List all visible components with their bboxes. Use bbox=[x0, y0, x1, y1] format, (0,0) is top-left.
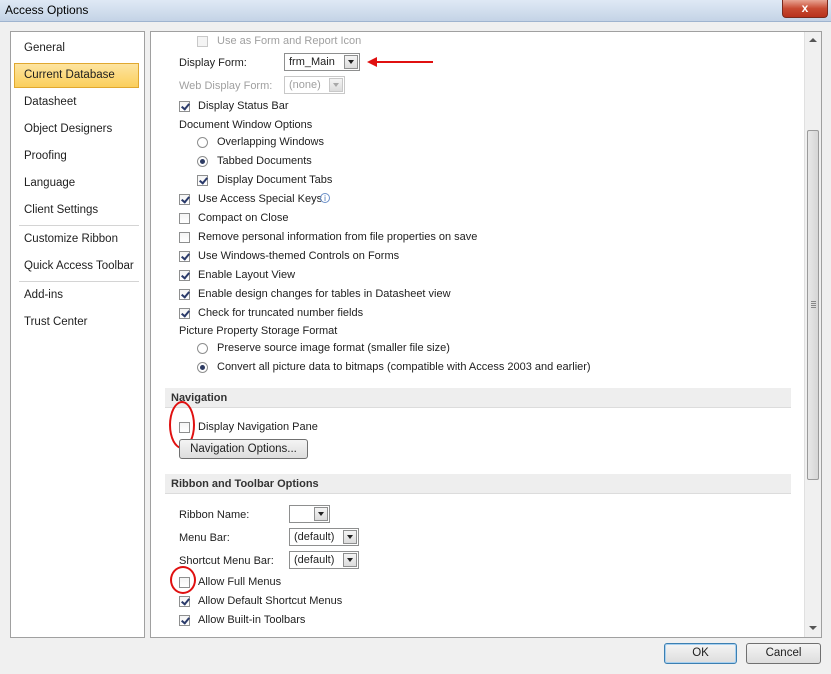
enable-layout-view-checkbox[interactable] bbox=[179, 270, 190, 281]
preserve-source-format-label: Preserve source image format (smaller fi… bbox=[217, 342, 450, 354]
sidebar-item-client-settings[interactable]: Client Settings bbox=[14, 198, 139, 223]
sidebar-divider bbox=[19, 281, 139, 282]
sidebar-item-language[interactable]: Language bbox=[14, 171, 139, 196]
remove-personal-info-label: Remove personal information from file pr… bbox=[198, 231, 478, 243]
compact-on-close-label: Compact on Close bbox=[198, 212, 289, 224]
sidebar-item-object-designers[interactable]: Object Designers bbox=[14, 117, 139, 142]
navigation-options-button[interactable]: Navigation Options... bbox=[179, 439, 308, 459]
info-icon[interactable]: i bbox=[320, 193, 330, 203]
sidebar-item-trust-center[interactable]: Trust Center bbox=[14, 310, 139, 335]
sidebar-item-add-ins[interactable]: Add-ins bbox=[14, 283, 139, 308]
vertical-scrollbar[interactable] bbox=[804, 32, 821, 637]
sidebar-divider bbox=[19, 225, 139, 226]
chevron-down-icon[interactable] bbox=[329, 78, 343, 92]
grip-icon bbox=[811, 301, 816, 308]
sidebar-item-general[interactable]: General bbox=[14, 36, 139, 61]
window-title: Access Options bbox=[5, 3, 89, 17]
document-window-options-heading: Document Window Options bbox=[179, 119, 313, 131]
annotation-circle-icon bbox=[170, 566, 196, 594]
allow-default-shortcut-menus-label: Allow Default Shortcut Menus bbox=[198, 595, 343, 607]
enable-design-changes-label: Enable design changes for tables in Data… bbox=[198, 288, 451, 300]
enable-layout-view-label: Enable Layout View bbox=[198, 269, 296, 281]
annotation-arrow-icon bbox=[367, 57, 433, 67]
display-status-bar-checkbox[interactable] bbox=[179, 101, 190, 112]
allow-full-menus-label: Allow Full Menus bbox=[198, 576, 282, 588]
shortcut-menu-bar-value: (default) bbox=[294, 554, 335, 566]
cancel-button[interactable]: Cancel bbox=[746, 643, 821, 664]
check-truncated-numbers-checkbox[interactable] bbox=[179, 308, 190, 319]
sidebar-item-proofing[interactable]: Proofing bbox=[14, 144, 139, 169]
display-form-label: Display Form: bbox=[179, 57, 247, 69]
display-navigation-pane-label: Display Navigation Pane bbox=[198, 421, 318, 433]
use-as-form-report-icon-checkbox[interactable] bbox=[197, 36, 208, 47]
use-access-special-keys-checkbox[interactable] bbox=[179, 194, 190, 205]
tabbed-documents-radio[interactable] bbox=[197, 156, 208, 167]
display-document-tabs-label: Display Document Tabs bbox=[217, 174, 333, 186]
navigation-section-header: Navigation bbox=[165, 388, 791, 408]
shortcut-menu-bar-dropdown[interactable]: (default) bbox=[289, 551, 359, 569]
sidebar-item-quick-access-toolbar[interactable]: Quick Access Toolbar bbox=[14, 254, 139, 279]
title-bar: Access Options x bbox=[0, 0, 831, 22]
preserve-source-format-radio[interactable] bbox=[197, 343, 208, 354]
use-access-special-keys-label: Use Access Special Keys bbox=[198, 193, 323, 205]
compact-on-close-checkbox[interactable] bbox=[179, 213, 190, 224]
allow-builtin-toolbars-checkbox[interactable] bbox=[179, 615, 190, 626]
menu-bar-dropdown[interactable]: (default) bbox=[289, 528, 359, 546]
chevron-down-icon[interactable] bbox=[343, 553, 357, 567]
menu-bar-value: (default) bbox=[294, 531, 335, 543]
web-display-form-value: (none) bbox=[289, 79, 321, 91]
use-windows-themed-controls-label: Use Windows-themed Controls on Forms bbox=[198, 250, 400, 262]
use-windows-themed-controls-checkbox[interactable] bbox=[179, 251, 190, 262]
display-document-tabs-checkbox[interactable] bbox=[197, 175, 208, 186]
convert-to-bitmaps-label: Convert all picture data to bitmaps (com… bbox=[217, 361, 591, 373]
options-sidebar: General Current Database Datasheet Objec… bbox=[10, 31, 145, 638]
menu-bar-label: Menu Bar: bbox=[179, 532, 230, 544]
sidebar-item-datasheet[interactable]: Datasheet bbox=[14, 90, 139, 115]
ribbon-toolbar-section-header: Ribbon and Toolbar Options bbox=[165, 474, 791, 494]
shortcut-menu-bar-label: Shortcut Menu Bar: bbox=[179, 555, 274, 567]
display-form-dropdown[interactable]: frm_Main bbox=[284, 53, 360, 71]
scroll-up-arrow-icon[interactable] bbox=[808, 36, 818, 46]
scroll-down-arrow-icon[interactable] bbox=[808, 623, 818, 633]
picture-property-storage-heading: Picture Property Storage Format bbox=[179, 325, 338, 337]
options-content-panel: Use as Form and Report Icon Display Form… bbox=[150, 31, 822, 638]
remove-personal-info-checkbox[interactable] bbox=[179, 232, 190, 243]
scrollbar-thumb[interactable] bbox=[807, 130, 819, 480]
chevron-down-icon[interactable] bbox=[314, 507, 328, 521]
overlapping-windows-radio[interactable] bbox=[197, 137, 208, 148]
sidebar-item-customize-ribbon[interactable]: Customize Ribbon bbox=[14, 227, 139, 252]
close-button[interactable]: x bbox=[782, 0, 828, 18]
ribbon-name-dropdown[interactable] bbox=[289, 505, 330, 523]
tabbed-documents-label: Tabbed Documents bbox=[217, 155, 312, 167]
allow-default-shortcut-menus-checkbox[interactable] bbox=[179, 596, 190, 607]
ribbon-name-label: Ribbon Name: bbox=[179, 509, 250, 521]
enable-design-changes-checkbox[interactable] bbox=[179, 289, 190, 300]
chevron-down-icon[interactable] bbox=[343, 530, 357, 544]
display-status-bar-label: Display Status Bar bbox=[198, 100, 289, 112]
ok-button[interactable]: OK bbox=[664, 643, 737, 664]
check-truncated-numbers-label: Check for truncated number fields bbox=[198, 307, 364, 319]
web-display-form-label: Web Display Form: bbox=[179, 80, 273, 92]
use-as-form-report-icon-label: Use as Form and Report Icon bbox=[217, 35, 362, 47]
sidebar-item-current-database[interactable]: Current Database bbox=[14, 63, 139, 88]
allow-builtin-toolbars-label: Allow Built-in Toolbars bbox=[198, 614, 306, 626]
display-form-value: frm_Main bbox=[289, 56, 335, 68]
web-display-form-dropdown[interactable]: (none) bbox=[284, 76, 345, 94]
overlapping-windows-label: Overlapping Windows bbox=[217, 136, 324, 148]
convert-to-bitmaps-radio[interactable] bbox=[197, 362, 208, 373]
chevron-down-icon[interactable] bbox=[344, 55, 358, 69]
